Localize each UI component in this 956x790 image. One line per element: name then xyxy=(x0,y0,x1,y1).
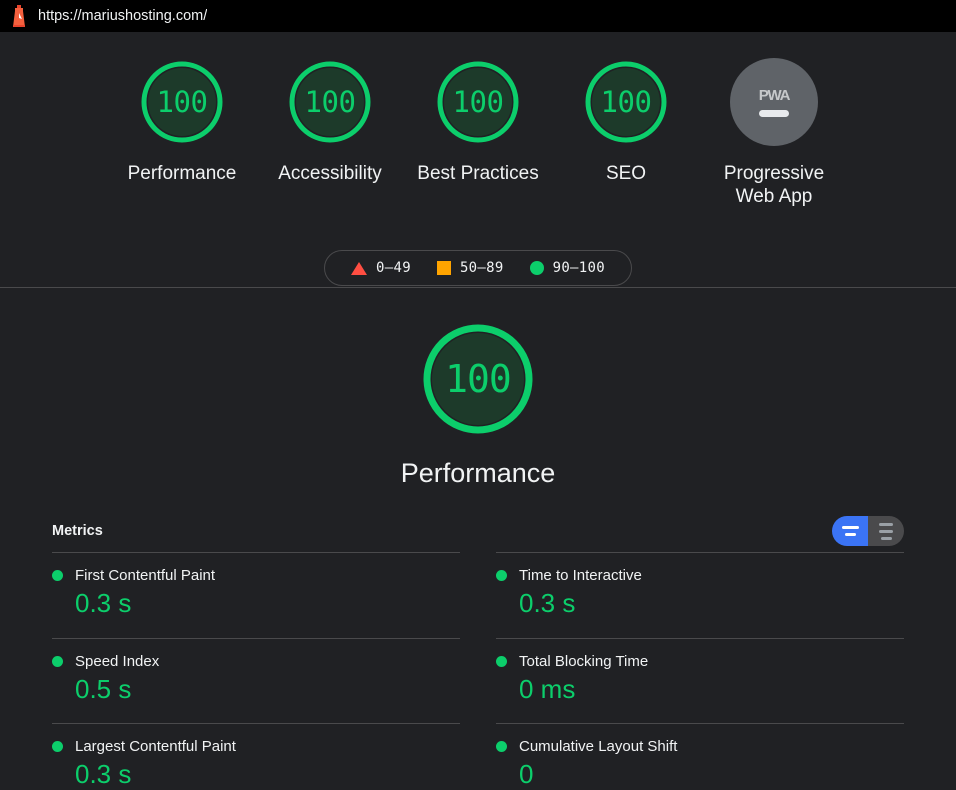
metric-header: Total Blocking Time xyxy=(496,653,904,670)
circle-icon xyxy=(496,655,507,667)
circle-icon xyxy=(52,570,63,581)
metric-value: 0.3 s xyxy=(75,588,132,618)
metric-name: Largest Contentful Paint xyxy=(75,738,236,756)
gauge-label: Best Practices xyxy=(417,163,539,184)
metric-value: 0.3 s xyxy=(75,759,132,790)
bar-icon xyxy=(841,526,859,529)
bar-icon xyxy=(879,529,893,533)
metric-value: 0.5 s xyxy=(75,673,132,704)
triangle-icon xyxy=(351,261,368,275)
category-gauge: 100 Performance xyxy=(0,320,956,489)
legend-item-average: 50–89 xyxy=(436,260,504,277)
pwa-badge-icon: PWA xyxy=(730,58,818,146)
gauge-label: Performance xyxy=(127,163,237,184)
gauge-label: Progressive Web App xyxy=(723,163,825,208)
legend-container: 0–49 50–89 90–100 xyxy=(0,250,956,287)
category-score: 100 xyxy=(445,357,512,401)
lighthouse-icon xyxy=(13,5,25,27)
legend-label: 0–49 xyxy=(376,260,411,277)
metric-value: 0 xyxy=(519,759,534,790)
circle-icon xyxy=(496,741,507,753)
url-bar: https://mariushosting.com/ xyxy=(0,0,956,32)
scores-header: 100 Performance 100 Accessibility 100 Be… xyxy=(0,32,956,288)
score-gauge-best-practices[interactable]: 100 Best Practices xyxy=(404,58,552,185)
gauge-label: Accessibility xyxy=(278,163,382,184)
pwa-badge-text: PWA xyxy=(758,87,791,104)
metrics-section: Metrics First Contentful Paint 0.3 s Tim… xyxy=(0,516,956,790)
score-legend: 0–49 50–89 90–100 xyxy=(324,250,632,287)
category-performance: 100 Performance Metrics First Contentful… xyxy=(0,288,956,790)
bar-icon xyxy=(879,522,893,526)
circle-icon xyxy=(496,570,507,581)
gauge-list: 100 Performance 100 Accessibility 100 Be… xyxy=(0,58,956,208)
metric-name: Cumulative Layout Shift xyxy=(519,738,678,756)
legend-label: 50–89 xyxy=(459,260,504,277)
gauge-ring: 100 xyxy=(434,58,522,146)
metric-name: First Contentful Paint xyxy=(75,567,216,584)
gauge-score: 100 xyxy=(600,84,652,119)
metrics-view-toggle[interactable] xyxy=(832,516,904,546)
page-url: https://mariushosting.com/ xyxy=(38,8,208,24)
gauge-ring: 100 xyxy=(138,58,226,146)
circle-icon xyxy=(52,741,63,753)
metric-value: 0 ms xyxy=(519,673,576,704)
gauge-ring: 100 xyxy=(419,320,537,438)
metric-name: Speed Index xyxy=(75,652,160,670)
metrics-title: Metrics xyxy=(52,523,103,539)
toggle-detailed-view[interactable] xyxy=(868,516,904,546)
pwa-dash-icon xyxy=(759,110,789,117)
metric-header: First Contentful Paint xyxy=(52,567,460,584)
metric-item[interactable]: Largest Contentful Paint 0.3 s xyxy=(52,723,460,790)
score-gauge-pwa[interactable]: PWA Progressive Web App xyxy=(700,58,848,208)
square-icon xyxy=(436,261,451,276)
legend-item-fail: 0–49 xyxy=(351,260,411,276)
category-title: Performance xyxy=(400,458,556,488)
metric-name: Time to Interactive xyxy=(519,567,642,584)
gauge-ring: 100 xyxy=(286,58,374,146)
bar-icon xyxy=(880,536,892,540)
metric-item[interactable]: Cumulative Layout Shift 0 xyxy=(496,723,904,790)
metric-item[interactable]: Time to Interactive 0.3 s xyxy=(496,552,904,638)
metric-header: Speed Index xyxy=(52,653,460,670)
metric-header: Largest Contentful Paint xyxy=(52,738,460,755)
metric-name: Total Blocking Time xyxy=(519,652,649,670)
score-gauge-performance[interactable]: 100 Performance xyxy=(108,58,256,185)
bar-icon xyxy=(844,533,856,536)
gauge-ring: 100 xyxy=(582,58,670,146)
metrics-header: Metrics xyxy=(52,516,904,552)
circle-icon xyxy=(529,261,544,276)
legend-item-pass: 90–100 xyxy=(529,260,605,277)
score-gauge-seo[interactable]: 100 SEO xyxy=(552,58,700,185)
metric-header: Time to Interactive xyxy=(496,567,904,584)
metric-item[interactable]: Speed Index 0.5 s xyxy=(52,637,460,724)
gauge-score: 100 xyxy=(304,84,356,119)
metric-value: 0.3 s xyxy=(519,588,576,618)
circle-icon xyxy=(52,655,63,667)
gauge-score: 100 xyxy=(156,84,208,119)
toggle-simple-view[interactable] xyxy=(832,516,868,546)
metric-item[interactable]: First Contentful Paint 0.3 s xyxy=(52,552,460,638)
gauge-score: 100 xyxy=(452,84,504,119)
metric-header: Cumulative Layout Shift xyxy=(496,738,904,755)
score-gauge-accessibility[interactable]: 100 Accessibility xyxy=(256,58,404,185)
metric-item[interactable]: Total Blocking Time 0 ms xyxy=(496,637,904,724)
gauge-label: SEO xyxy=(605,163,647,184)
metrics-grid: First Contentful Paint 0.3 s Time to Int… xyxy=(52,552,904,790)
legend-label: 90–100 xyxy=(552,260,605,277)
